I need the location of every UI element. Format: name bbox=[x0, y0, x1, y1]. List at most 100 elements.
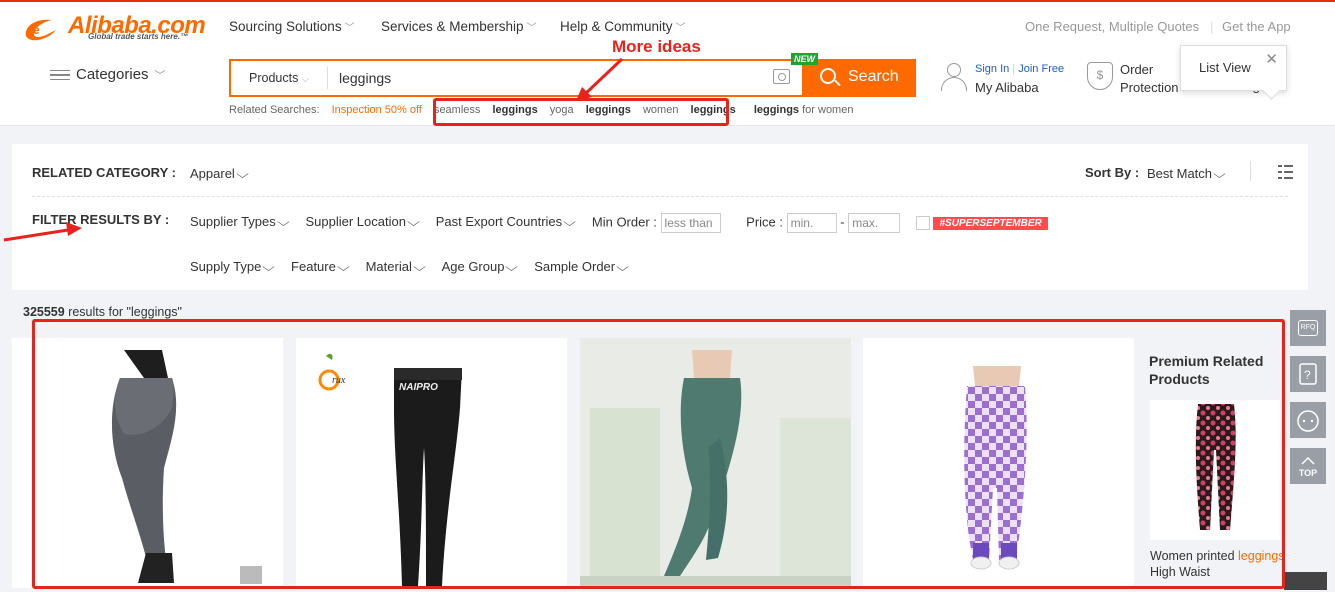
search-button[interactable]: Search bbox=[802, 59, 916, 97]
search-scope-select[interactable]: Products ⌵ bbox=[249, 71, 309, 85]
price-label: Price : bbox=[746, 214, 783, 230]
results-text: results for "leggings" bbox=[64, 305, 182, 319]
dropdown-label: Supplier Types bbox=[190, 214, 276, 230]
nav-sourcing-solutions[interactable]: Sourcing Solutions ﹀ bbox=[229, 19, 355, 34]
order-protection-line2: Protection bbox=[1120, 80, 1179, 95]
join-free-link[interactable]: Join Free bbox=[1018, 63, 1064, 75]
dropdown-label: Supply Type bbox=[190, 259, 262, 274]
term-post: for women bbox=[799, 104, 854, 116]
search-divider bbox=[327, 67, 328, 89]
chevron-down-icon: ⌵ bbox=[235, 167, 249, 181]
chevron-down-icon: ﹀ bbox=[344, 23, 355, 34]
chevron-down-icon: ﹀ bbox=[154, 70, 166, 82]
dropdown-label: Supplier Location bbox=[305, 214, 406, 230]
chevron-down-icon: ⌵ bbox=[505, 260, 519, 274]
dropdown-label: Sample Order bbox=[534, 259, 616, 274]
dropdown-label: Past Export Countries bbox=[435, 214, 563, 230]
list-view-tooltip: List View ✕ bbox=[1180, 45, 1287, 91]
close-icon[interactable]: ✕ bbox=[1265, 50, 1278, 68]
nav-services-membership[interactable]: Services & Membership ﹀ bbox=[381, 19, 537, 34]
rfq-icon: RFQ bbox=[1298, 320, 1318, 336]
svg-text:?: ? bbox=[1304, 368, 1311, 382]
sort-by-dropdown[interactable]: Best Match⌵ bbox=[1147, 166, 1238, 182]
nav-label: Sourcing Solutions bbox=[229, 19, 342, 34]
chevron-down-icon: ⌵ bbox=[563, 215, 577, 230]
new-badge: NEW bbox=[791, 53, 818, 65]
search-box: Products ⌵ bbox=[229, 59, 802, 97]
supplier-types-dropdown[interactable]: Supplier Types⌵ bbox=[190, 214, 290, 230]
scope-label: Products bbox=[249, 71, 299, 85]
chevron-down-icon: ⌵ bbox=[1213, 167, 1226, 181]
rfq-button[interactable]: RFQ bbox=[1290, 310, 1326, 346]
chat-icon bbox=[1297, 410, 1319, 432]
nav-label: Help & Community bbox=[560, 19, 673, 34]
one-request-link[interactable]: One Request, Multiple Quotes bbox=[1025, 19, 1199, 34]
inspection-promo-link[interactable]: Inspection 50% off bbox=[332, 104, 422, 116]
order-protection-line1: Order bbox=[1120, 62, 1154, 77]
back-to-top-button[interactable]: TOP bbox=[1290, 448, 1326, 484]
supplier-location-dropdown[interactable]: Supplier Location⌵ bbox=[305, 214, 420, 230]
price-max-input[interactable]: max. bbox=[848, 213, 901, 233]
price-range-dash: - bbox=[840, 214, 845, 230]
related-searches-highlight bbox=[433, 98, 729, 126]
supply-type-dropdown[interactable]: Supply Type⌵ bbox=[190, 259, 276, 275]
filter-arrow bbox=[3, 222, 82, 242]
results-count: 325559 results for "leggings" bbox=[23, 305, 182, 319]
chat-button[interactable] bbox=[1290, 402, 1326, 438]
sign-in-links: Sign In | Join Free bbox=[975, 63, 1065, 75]
alibaba-mark-icon: e bbox=[25, 19, 56, 41]
related-category-dropdown[interactable]: Apparel⌵ bbox=[190, 166, 261, 182]
chevron-down-icon: ⌵ bbox=[262, 260, 276, 274]
sort-label-text: Sort By : bbox=[1085, 165, 1140, 180]
filter-divider bbox=[32, 196, 1288, 197]
results-number: 325559 bbox=[23, 305, 65, 319]
more-ideas-annotation: More ideas bbox=[612, 37, 701, 56]
chevron-down-icon: ⌵ bbox=[337, 260, 350, 274]
feedback-button[interactable]: ? bbox=[1290, 356, 1326, 392]
dropdown-label: Best Match bbox=[1147, 166, 1213, 181]
sample-order-dropdown[interactable]: Sample Order⌵ bbox=[534, 259, 630, 275]
related-term[interactable]: leggings for women bbox=[754, 104, 863, 116]
chevron-down-icon: ﹀ bbox=[675, 23, 686, 34]
related-category-label: RELATED CATEGORY : bbox=[32, 165, 176, 180]
product-results-highlight bbox=[32, 319, 1285, 589]
dropdown-label: Age Group bbox=[441, 259, 505, 274]
filter-panel: RELATED CATEGORY : Apparel⌵ Sort By : Be… bbox=[12, 144, 1308, 290]
menu-icon bbox=[50, 67, 70, 84]
price-min-input[interactable]: min. bbox=[786, 213, 837, 233]
dropdown-label: Apparel bbox=[190, 166, 235, 181]
my-alibaba-link[interactable]: My Alibaba bbox=[975, 80, 1039, 95]
min-order-input[interactable]: less than bbox=[660, 213, 721, 233]
sign-in-link[interactable]: Sign In bbox=[975, 63, 1009, 75]
side-toolbar: RFQ ? TOP bbox=[1290, 310, 1326, 494]
super-september-tag[interactable]: #SUPERSEPTEMBER bbox=[933, 216, 1048, 230]
chevron-down-icon: ⌵ bbox=[301, 74, 309, 84]
svg-text:e: e bbox=[33, 23, 40, 37]
term-keyword: leggings bbox=[753, 104, 800, 116]
chevron-down-icon: ⌵ bbox=[616, 260, 630, 274]
scroll-thumb[interactable] bbox=[1284, 572, 1327, 590]
sort-divider bbox=[1250, 161, 1251, 181]
top-label: TOP bbox=[1298, 468, 1318, 478]
list-view-icon[interactable] bbox=[1278, 164, 1293, 180]
material-dropdown[interactable]: Material⌵ bbox=[365, 259, 426, 275]
categories-menu[interactable]: Categories ﹀ bbox=[50, 66, 166, 83]
search-input[interactable] bbox=[339, 67, 759, 89]
chevron-down-icon: ⌵ bbox=[413, 260, 426, 274]
min-order-label: Min Order : bbox=[591, 214, 657, 230]
sort-by-label: Sort By : bbox=[1085, 165, 1139, 180]
age-group-dropdown[interactable]: Age Group⌵ bbox=[441, 259, 519, 275]
feature-dropdown[interactable]: Feature⌵ bbox=[291, 259, 350, 275]
nav-label: Services & Membership bbox=[381, 19, 524, 34]
camera-icon[interactable] bbox=[773, 69, 790, 84]
filter-row-1: Supplier Types⌵ Supplier Location⌵ Past … bbox=[190, 213, 1048, 233]
get-app-link[interactable]: Get the App bbox=[1222, 19, 1291, 34]
shield-dollar-icon: $ bbox=[1087, 62, 1113, 90]
dropdown-label: Material bbox=[365, 259, 412, 274]
chevron-up-icon bbox=[1301, 456, 1315, 465]
topnav-separator: | bbox=[1210, 19, 1214, 34]
promo-checkbox[interactable] bbox=[915, 216, 930, 230]
nav-help-community[interactable]: Help & Community ﹀ bbox=[560, 19, 686, 34]
past-export-countries-dropdown[interactable]: Past Export Countries⌵ bbox=[435, 214, 577, 230]
search-icon bbox=[820, 68, 836, 84]
